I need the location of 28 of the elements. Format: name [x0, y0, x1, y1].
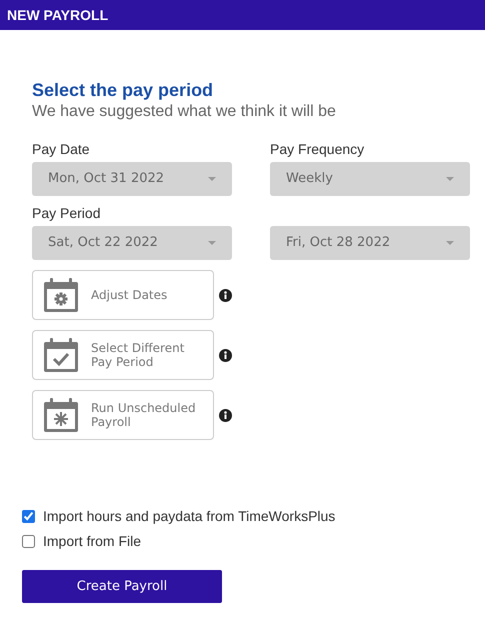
caret-icon [446, 241, 454, 245]
info-icon[interactable] [219, 408, 232, 422]
calendar-gear-icon [43, 277, 79, 313]
header-title: NEW PAYROLL [7, 6, 108, 24]
caret-icon [208, 177, 216, 181]
checkbox[interactable] [22, 535, 35, 548]
dropdown-field[interactable]: Sat, Oct 22 2022 [32, 226, 232, 260]
dropdown-field[interactable]: Fri, Oct 28 2022 [270, 226, 470, 260]
field-label: Pay Date [32, 140, 91, 158]
caret-icon [446, 177, 454, 181]
field-label: Pay Period [32, 204, 102, 222]
info-icon[interactable] [219, 348, 232, 362]
caret-icon [208, 241, 216, 245]
calendar-asterisk-icon [43, 397, 79, 433]
section-heading: Select the pay period [32, 79, 214, 102]
create-payroll-button[interactable]: Create Payroll [22, 570, 222, 603]
checkbox-label: Import hours and paydata from TimeWorksPlus [43, 507, 336, 526]
checkbox-label: Import from File [43, 532, 142, 551]
action-button[interactable]: Adjust Dates [32, 270, 214, 320]
checkbox[interactable] [22, 510, 35, 523]
section-subheading: We have suggested what we think it will be [32, 102, 337, 122]
info-icon[interactable] [219, 288, 232, 302]
dropdown-field[interactable]: Mon, Oct 31 2022 [32, 162, 232, 196]
dropdown-field[interactable]: Weekly [270, 162, 470, 196]
action-button[interactable]: Select Different Pay Period [32, 330, 214, 380]
field-label: Pay Frequency [270, 140, 366, 158]
calendar-check-icon [43, 337, 79, 373]
action-button[interactable]: Run Unscheduled Payroll [32, 390, 214, 440]
